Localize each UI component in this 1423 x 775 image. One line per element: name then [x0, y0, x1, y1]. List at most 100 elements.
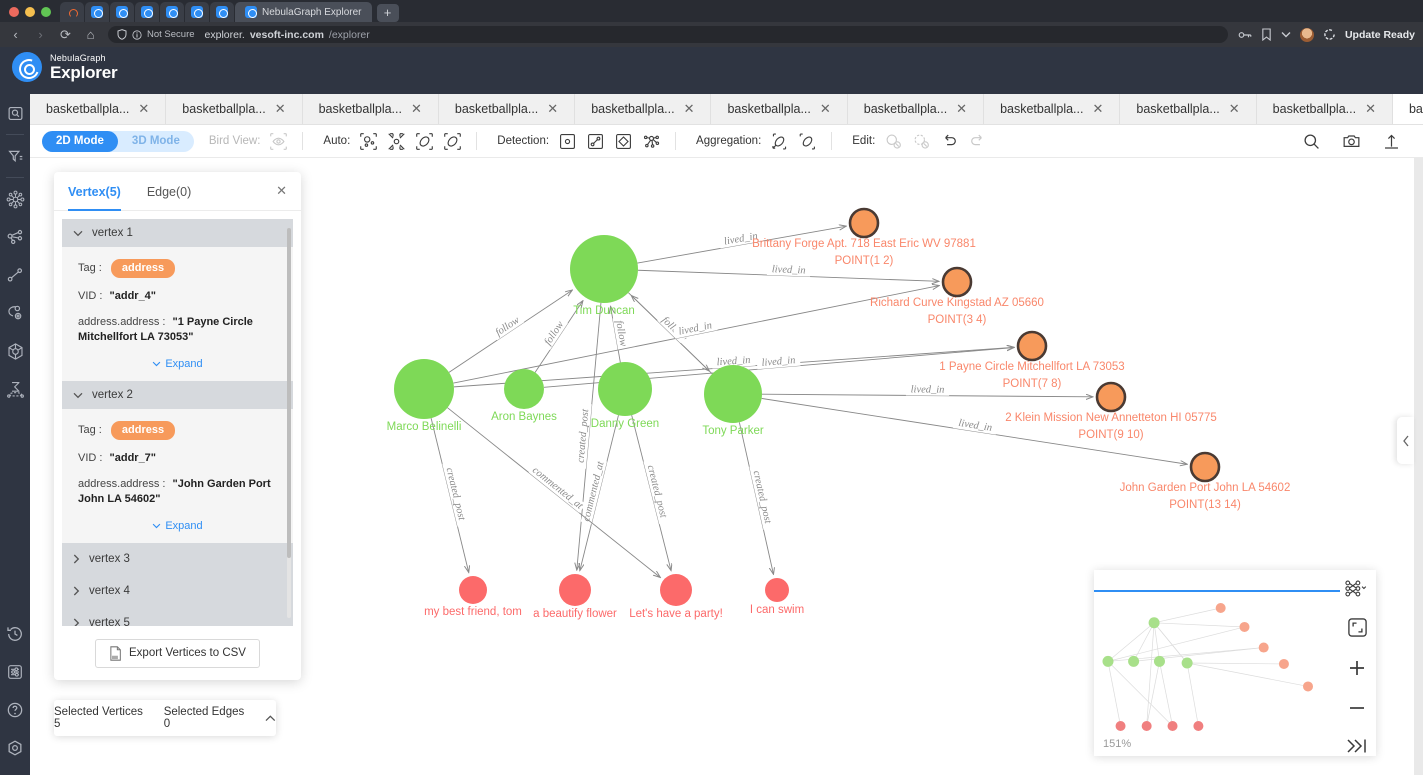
aggregate-collapse-icon[interactable] — [770, 132, 789, 151]
browser-tab[interactable] — [185, 2, 209, 22]
minimap-graph[interactable] — [1094, 594, 1340, 754]
sidebar-item-share-graph[interactable] — [0, 218, 30, 256]
sidebar-item-lasso-select[interactable] — [0, 294, 30, 332]
doc-tab[interactable]: basketballpla...✕ — [848, 94, 984, 124]
sidebar-item-statistics[interactable] — [0, 370, 30, 408]
close-icon[interactable]: ✕ — [276, 183, 287, 199]
auto-edge-select-icon[interactable] — [415, 132, 434, 151]
doc-tab[interactable]: basketballpla...✕ — [575, 94, 711, 124]
delete-edge-icon[interactable] — [912, 132, 931, 151]
graph-node-player[interactable] — [704, 365, 762, 423]
doc-tab[interactable]: basketballpla...✕ — [984, 94, 1120, 124]
graph-node-address[interactable] — [943, 268, 971, 296]
chevron-up-icon[interactable] — [265, 715, 276, 722]
graph-node-player[interactable] — [504, 369, 544, 409]
export-icon[interactable] — [1382, 132, 1401, 151]
sidebar-item-about[interactable] — [0, 729, 30, 767]
graph-node-address[interactable] — [850, 209, 878, 237]
graph-minimap[interactable]: 151% — [1094, 570, 1376, 756]
sidebar-item-help[interactable] — [0, 691, 30, 729]
export-vertices-csv-button[interactable]: Export Vertices to CSV — [95, 639, 260, 668]
home-button[interactable]: ⌂ — [83, 27, 98, 42]
reload-button[interactable]: ⟳ — [58, 27, 73, 43]
collapse-panel-icon[interactable] — [1346, 738, 1368, 758]
browser-tab[interactable] — [135, 2, 159, 22]
detect-cluster-icon[interactable] — [642, 132, 661, 151]
sidebar-item-search-vertex[interactable] — [0, 94, 30, 132]
aggregate-expand-icon[interactable] — [798, 132, 817, 151]
forward-button[interactable]: › — [33, 27, 48, 42]
graph-node-address[interactable] — [1191, 453, 1219, 481]
doc-tab[interactable]: basketballpla...✕ — [1120, 94, 1256, 124]
close-icon[interactable]: ✕ — [1092, 101, 1103, 117]
update-ready-label[interactable]: Update Ready — [1345, 29, 1415, 41]
close-icon[interactable]: ✕ — [684, 101, 695, 117]
browser-tab[interactable] — [160, 2, 184, 22]
sidebar-item-history[interactable] — [0, 615, 30, 653]
sidebar-item-filter[interactable] — [0, 137, 30, 175]
search-icon[interactable] — [1302, 132, 1321, 151]
camera-icon[interactable] — [1342, 132, 1361, 151]
sidebar-item-settings[interactable] — [0, 653, 30, 691]
vertex-list-scrollbar[interactable] — [287, 228, 291, 618]
doc-tab[interactable]: basketballpla...✕ — [166, 94, 302, 124]
vertex-accordion-header[interactable]: vertex 4 — [62, 575, 293, 607]
eye-icon[interactable] — [269, 132, 288, 151]
undo-icon[interactable] — [940, 132, 959, 151]
url-input[interactable]: Not Secure explorer.vesoft-inc.com/explo… — [108, 26, 1228, 43]
close-icon[interactable]: ✕ — [411, 101, 422, 117]
close-window-button[interactable] — [9, 7, 19, 17]
doc-tab-active[interactable]: basketballpla...✕ — [1393, 94, 1423, 124]
close-icon[interactable]: ✕ — [547, 101, 558, 117]
browser-tab-active[interactable]: NebulaGraph Explorer — [235, 2, 372, 22]
sidebar-item-edge[interactable] — [0, 256, 30, 294]
graph-node-address[interactable] — [1097, 383, 1125, 411]
doc-tab[interactable]: basketballpla...✕ — [711, 94, 847, 124]
close-icon[interactable]: ✕ — [1365, 101, 1376, 117]
graph-node-address[interactable] — [1018, 332, 1046, 360]
detect-node-icon[interactable] — [558, 132, 577, 151]
graph-node-post[interactable] — [765, 578, 789, 602]
browser-tab[interactable] — [60, 2, 84, 22]
doc-tab[interactable]: basketballpla...✕ — [1257, 94, 1393, 124]
vertex-accordion-header[interactable]: vertex 2 — [62, 381, 293, 409]
avatar[interactable] — [1300, 28, 1314, 42]
graph-node-player[interactable] — [570, 235, 638, 303]
bookmark-icon[interactable] — [1261, 28, 1272, 41]
close-icon[interactable]: ✕ — [1229, 101, 1240, 117]
detect-edge-icon[interactable] — [586, 132, 605, 151]
tab-vertex[interactable]: Vertex(5) — [68, 172, 121, 211]
graph-node-player[interactable] — [394, 359, 454, 419]
close-icon[interactable]: ✕ — [138, 101, 149, 117]
mode-3d-button[interactable]: 3D Mode — [118, 131, 194, 152]
key-icon[interactable] — [1238, 29, 1252, 41]
graph-node-player[interactable] — [598, 362, 652, 416]
doc-tab[interactable]: basketballpla...✕ — [439, 94, 575, 124]
expand-vertex-button[interactable]: Expand — [78, 518, 277, 533]
zoom-in-icon[interactable] — [1347, 658, 1367, 682]
redo-icon[interactable] — [968, 132, 987, 151]
update-refresh-icon[interactable] — [1323, 28, 1336, 41]
vertex-accordion-header[interactable]: vertex 1 — [62, 219, 293, 247]
browser-tab[interactable] — [85, 2, 109, 22]
auto-collapse-icon[interactable] — [387, 132, 406, 151]
minimize-window-button[interactable] — [25, 7, 35, 17]
browser-tab[interactable] — [210, 2, 234, 22]
sidebar-item-node-expand[interactable] — [0, 180, 30, 218]
fit-screen-icon[interactable] — [1347, 617, 1368, 642]
close-icon[interactable]: ✕ — [820, 101, 831, 117]
new-tab-button[interactable]: + — [377, 4, 399, 22]
auto-edge-expand-icon[interactable] — [443, 132, 462, 151]
auto-select-node-icon[interactable] — [359, 132, 378, 151]
detect-diamond-icon[interactable] — [614, 132, 633, 151]
layout-icon[interactable] — [1345, 580, 1369, 601]
doc-tab[interactable]: basketballpla...✕ — [303, 94, 439, 124]
graph-node-post[interactable] — [559, 574, 591, 606]
close-icon[interactable]: ✕ — [956, 101, 967, 117]
maximize-window-button[interactable] — [41, 7, 51, 17]
zoom-out-icon[interactable] — [1347, 698, 1367, 722]
delete-node-icon[interactable] — [884, 132, 903, 151]
collapse-right-panel-button[interactable] — [1397, 417, 1414, 464]
doc-tab[interactable]: basketballpla...✕ — [30, 94, 166, 124]
tab-edge[interactable]: Edge(0) — [147, 172, 191, 211]
